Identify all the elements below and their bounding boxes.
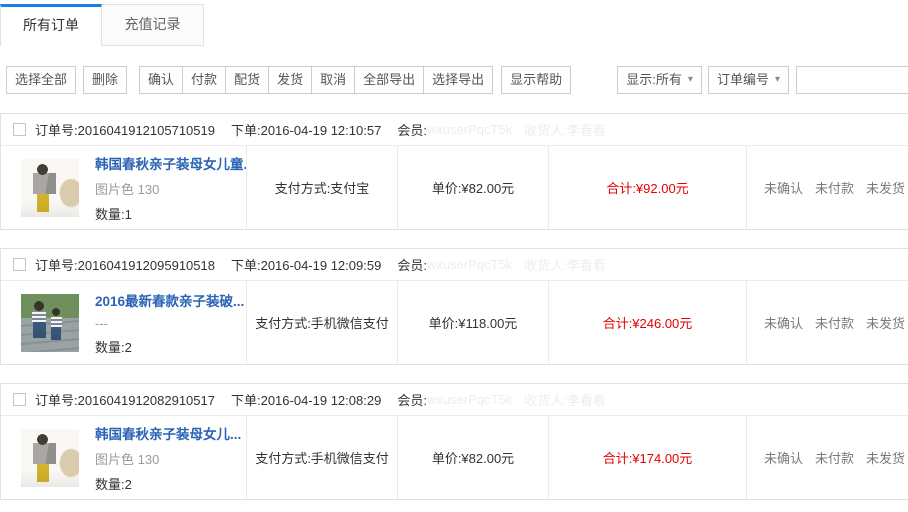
status-cell: 未确认 未付款 未发货 [746, 416, 908, 499]
member-label: 会员: [397, 120, 427, 139]
order-number-filter-label: 订单编号 [717, 67, 769, 93]
unit-price-cell: 单价:¥118.00元 [397, 281, 548, 364]
unit-price-cell: 单价:¥82.00元 [397, 416, 548, 499]
search-input[interactable] [796, 66, 908, 94]
payment-method-cell: 支付方式:支付宝 [246, 146, 397, 229]
export-all-button[interactable]: 全部导出 [354, 66, 424, 94]
chevron-down-icon: ▾ [775, 75, 780, 85]
product-quantity: 数量:2 [95, 337, 244, 356]
toolbar: 选择全部 删除 确认 付款 配货 发货 取消 全部导出 选择导出 显示帮助 显示… [6, 66, 908, 94]
member-label: 会员: [397, 255, 427, 274]
confirm-button[interactable]: 确认 [139, 66, 183, 94]
unit-price-cell: 单价:¥82.00元 [397, 146, 548, 229]
status-cell: 未确认 未付款 未发货 [746, 146, 908, 229]
product-cell: 韩国春秋亲子装母女儿童... 图片色 130 数量:1 [1, 146, 246, 229]
order-header: 订单号:2016041912095910518 下单:2016-04-19 12… [1, 249, 908, 281]
orders-list: 订单号:2016041912105710519 下单:2016-04-19 12… [0, 113, 908, 500]
tab-all-orders[interactable]: 所有订单 [0, 4, 102, 46]
display-filter-dropdown[interactable]: 显示:所有 ▾ [617, 66, 702, 94]
order-actions-group: 确认 付款 配货 发货 取消 全部导出 选择导出 [139, 66, 493, 94]
ship-button[interactable]: 发货 [268, 66, 312, 94]
order-checkbox[interactable] [13, 123, 26, 136]
order-number-filter-dropdown[interactable]: 订单编号 ▾ [708, 66, 789, 94]
order-number: 订单号:2016041912095910518 [35, 255, 215, 274]
status-unconfirmed: 未确认 [764, 178, 803, 197]
order-number: 订单号:2016041912105710519 [35, 120, 215, 139]
order-checkbox[interactable] [13, 393, 26, 406]
order-number: 订单号:2016041912082910517 [35, 390, 215, 409]
delete-button[interactable]: 删除 [83, 66, 127, 94]
order-total-cell: 合计:¥246.00元 [548, 281, 746, 364]
member-value: wxuserPqcT5k [427, 122, 512, 137]
order-card: 订单号:2016041912095910518 下单:2016-04-19 12… [0, 248, 908, 365]
product-title-link[interactable]: 韩国春秋亲子装母女儿... [95, 423, 241, 443]
product-cell: 2016最新春款亲子装破... --- 数量:2 [1, 281, 246, 364]
allocate-button[interactable]: 配货 [225, 66, 269, 94]
pay-button[interactable]: 付款 [182, 66, 226, 94]
product-info: 2016最新春款亲子装破... --- 数量:2 [95, 290, 244, 356]
product-thumbnail[interactable] [21, 159, 79, 217]
product-title-link[interactable]: 韩国春秋亲子装母女儿童... [95, 153, 246, 173]
member-value: wxuserPqcT5k [427, 257, 512, 272]
order-total-cell: 合计:¥174.00元 [548, 416, 746, 499]
status-unshipped: 未发货 [866, 313, 905, 332]
payment-method-cell: 支付方式:手机微信支付 [246, 416, 397, 499]
product-variant: 图片色 130 [95, 449, 241, 468]
order-placed-time: 下单:2016-04-19 12:08:29 [231, 390, 381, 409]
status-cell: 未确认 未付款 未发货 [746, 281, 908, 364]
member-label: 会员: [397, 390, 427, 409]
order-card: 订单号:2016041912105710519 下单:2016-04-19 12… [0, 113, 908, 230]
order-body: 韩国春秋亲子装母女儿... 图片色 130 数量:2 支付方式:手机微信支付 单… [1, 416, 908, 499]
status-unpaid: 未付款 [815, 313, 854, 332]
display-filter-label: 显示:所有 [626, 67, 682, 93]
tab-recharge-records[interactable]: 充值记录 [102, 4, 204, 46]
status-unpaid: 未付款 [815, 448, 854, 467]
member-value: wxuserPqcT5k [427, 392, 512, 407]
order-card: 订单号:2016041912082910517 下单:2016-04-19 12… [0, 383, 908, 500]
product-info: 韩国春秋亲子装母女儿... 图片色 130 数量:2 [95, 423, 241, 493]
order-placed-time: 下单:2016-04-19 12:10:57 [231, 120, 381, 139]
order-header: 订单号:2016041912082910517 下单:2016-04-19 12… [1, 384, 908, 416]
payment-method-cell: 支付方式:手机微信支付 [246, 281, 397, 364]
product-thumbnail[interactable] [21, 294, 79, 352]
product-variant: 图片色 130 [95, 179, 246, 198]
order-header: 订单号:2016041912105710519 下单:2016-04-19 12… [1, 114, 908, 146]
order-total-cell: 合计:¥92.00元 [548, 146, 746, 229]
product-quantity: 数量:1 [95, 204, 246, 223]
cancel-button[interactable]: 取消 [311, 66, 355, 94]
receiver-name: 收货人:李看看 [524, 255, 606, 274]
status-unshipped: 未发货 [866, 178, 905, 197]
product-cell: 韩国春秋亲子装母女儿... 图片色 130 数量:2 [1, 416, 246, 499]
status-unconfirmed: 未确认 [764, 313, 803, 332]
tab-bar: 所有订单 充值记录 [0, 0, 908, 46]
chevron-down-icon: ▾ [688, 75, 693, 85]
product-title-link[interactable]: 2016最新春款亲子装破... [95, 290, 244, 310]
status-unpaid: 未付款 [815, 178, 854, 197]
product-variant: --- [95, 316, 244, 331]
receiver-name: 收货人:李看看 [524, 390, 606, 409]
status-unconfirmed: 未确认 [764, 448, 803, 467]
select-all-button[interactable]: 选择全部 [6, 66, 76, 94]
export-selected-button[interactable]: 选择导出 [423, 66, 493, 94]
order-body: 2016最新春款亲子装破... --- 数量:2 支付方式:手机微信支付 单价:… [1, 281, 908, 364]
product-thumbnail[interactable] [21, 429, 79, 487]
order-placed-time: 下单:2016-04-19 12:09:59 [231, 255, 381, 274]
receiver-name: 收货人:李看看 [524, 120, 606, 139]
show-help-button[interactable]: 显示帮助 [501, 66, 571, 94]
product-info: 韩国春秋亲子装母女儿童... 图片色 130 数量:1 [95, 153, 246, 223]
order-checkbox[interactable] [13, 258, 26, 271]
order-body: 韩国春秋亲子装母女儿童... 图片色 130 数量:1 支付方式:支付宝 单价:… [1, 146, 908, 229]
product-quantity: 数量:2 [95, 474, 241, 493]
status-unshipped: 未发货 [866, 448, 905, 467]
